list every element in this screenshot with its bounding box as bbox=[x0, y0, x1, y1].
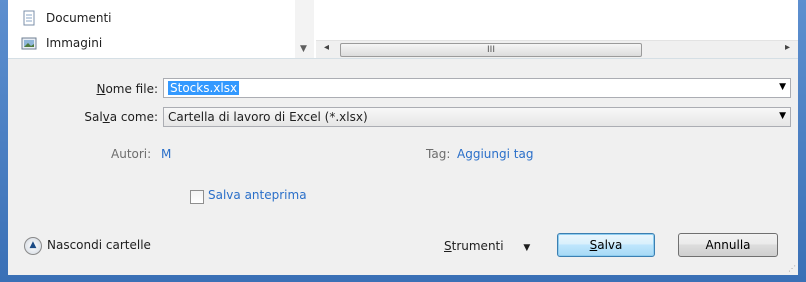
navigation-pane: Documenti Immagini ▼ bbox=[8, 0, 317, 58]
chevron-down-icon[interactable]: ▼ bbox=[779, 82, 786, 92]
horizontal-scrollbar[interactable]: ◂ III ▸ bbox=[316, 40, 798, 58]
file-list-pane[interactable]: ◂ III ▸ bbox=[316, 0, 798, 58]
scrollbar-thumb[interactable]: III bbox=[340, 43, 642, 57]
savetype-value: Cartella di lavoro di Excel (*.xlsx) bbox=[168, 110, 368, 124]
tools-label-mnemonic: S bbox=[444, 239, 452, 253]
tags-value[interactable]: Aggiungi tag bbox=[457, 147, 533, 161]
nav-item-label: Immagini bbox=[46, 36, 103, 50]
documents-folder-icon bbox=[23, 10, 35, 26]
save-label-rest: alva bbox=[597, 238, 623, 252]
tools-menu-button[interactable]: Strumenti ▼ bbox=[444, 235, 544, 257]
save-preview-label[interactable]: Salva anteprima bbox=[208, 188, 307, 202]
filename-label: Nome file: bbox=[78, 82, 158, 96]
save-preview-checkbox[interactable] bbox=[190, 190, 204, 204]
chevron-down-icon[interactable]: ▼ bbox=[779, 111, 786, 121]
savetype-label-mnemonic: v bbox=[102, 110, 110, 124]
savetype-select[interactable]: Cartella di lavoro di Excel (*.xlsx) ▼ bbox=[163, 107, 791, 127]
scroll-right-icon[interactable]: ▸ bbox=[785, 42, 790, 53]
pictures-folder-icon bbox=[21, 37, 37, 50]
cancel-button[interactable]: Annulla bbox=[678, 233, 778, 257]
save-button[interactable]: Salva bbox=[557, 233, 655, 257]
nav-vertical-scrollbar[interactable]: ▼ bbox=[295, 0, 314, 58]
filename-label-text: ome file: bbox=[105, 82, 158, 96]
scroll-down-icon[interactable]: ▼ bbox=[300, 44, 307, 54]
nav-item-pictures[interactable]: Immagini bbox=[21, 33, 103, 53]
nav-item-documents[interactable]: Documenti bbox=[23, 8, 112, 28]
save-as-dialog: Documenti Immagini ▼ ◂ III ▸ Nome file: … bbox=[8, 0, 798, 275]
filename-input[interactable]: Stocks.xlsx ▼ bbox=[163, 78, 791, 98]
chevron-down-icon: ▼ bbox=[523, 243, 531, 253]
tags-label: Tag: bbox=[426, 147, 451, 161]
resize-grip-icon[interactable]: ⋰ bbox=[788, 264, 796, 273]
filename-value: Stocks.xlsx bbox=[168, 81, 240, 95]
scroll-left-icon[interactable]: ◂ bbox=[324, 42, 329, 53]
chevron-up-icon[interactable]: ▲ bbox=[24, 237, 42, 255]
authors-label: Autori: bbox=[111, 147, 152, 161]
savetype-label: Salva come: bbox=[48, 110, 158, 124]
hide-folders-label[interactable]: Nascondi cartelle bbox=[47, 238, 151, 252]
authors-value[interactable]: M bbox=[161, 147, 171, 161]
save-form: Nome file: Stocks.xlsx ▼ Salva come: Car… bbox=[8, 58, 798, 275]
tools-label-rest: trumenti bbox=[451, 239, 504, 253]
savetype-label-pre: Sal bbox=[84, 110, 103, 124]
nav-item-label: Documenti bbox=[46, 11, 112, 25]
savetype-label-rest: a come: bbox=[109, 110, 158, 124]
